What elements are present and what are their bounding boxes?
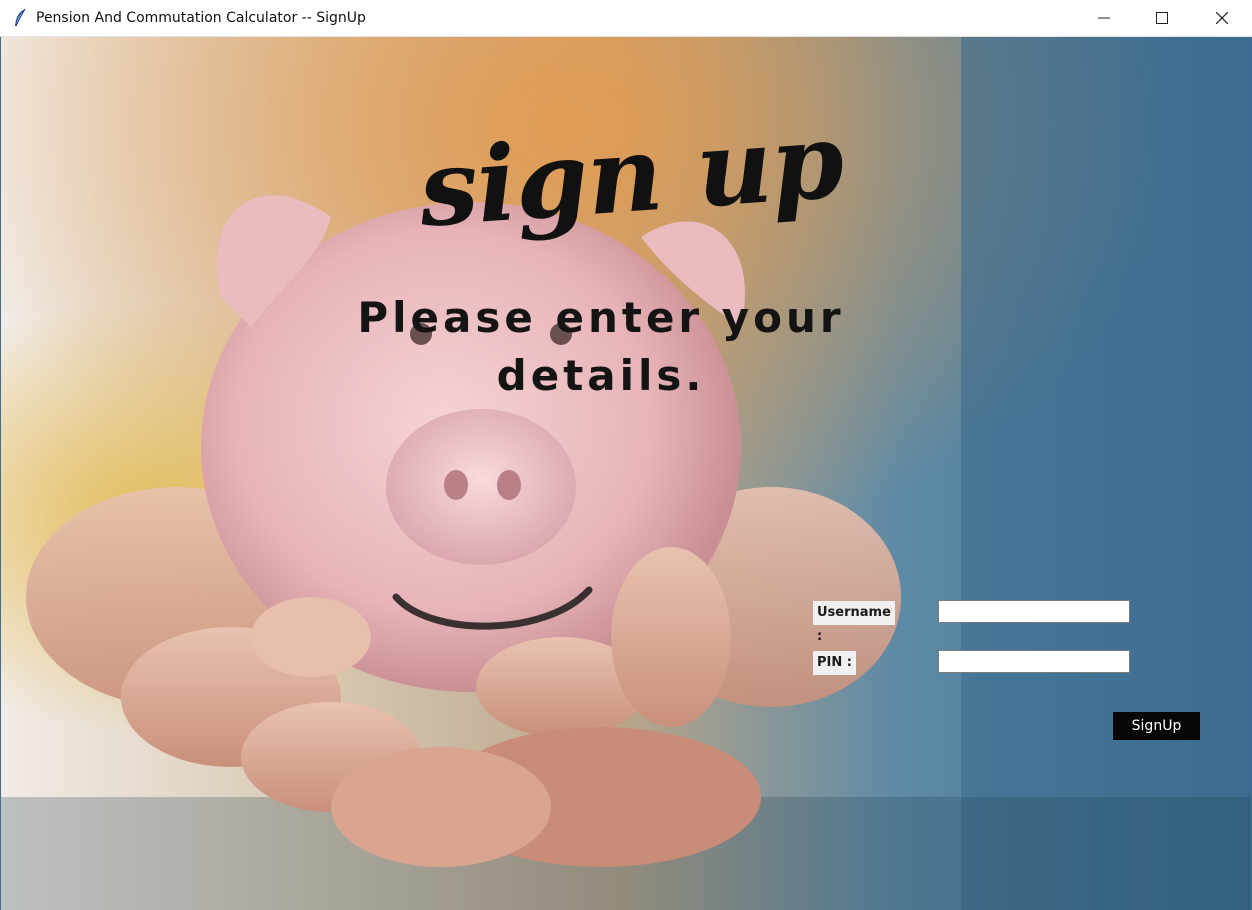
pin-label: PIN : (813, 651, 856, 675)
subheading-line-1: Please enter your (357, 293, 845, 342)
signup-canvas: sign up Please enter your details. Usern… (1, 37, 1251, 910)
page-subheading: Please enter your details. (331, 289, 871, 405)
title-bar: Pension And Commutation Calculator -- Si… (0, 0, 1252, 37)
close-icon (1215, 12, 1228, 24)
subheading-line-2: details. (496, 351, 706, 400)
maximize-button[interactable] (1133, 0, 1191, 36)
close-button[interactable] (1191, 0, 1252, 36)
username-label: Username : (813, 601, 895, 644)
maximize-icon (1156, 12, 1168, 24)
feather-icon (15, 8, 26, 27)
pin-input[interactable] (938, 650, 1130, 673)
username-input[interactable] (938, 600, 1130, 623)
page-heading: sign up (415, 98, 847, 251)
minimize-icon (1098, 17, 1110, 19)
signup-button[interactable]: SignUp (1113, 712, 1200, 740)
minimize-button[interactable] (1075, 0, 1133, 36)
window-title: Pension And Commutation Calculator -- Si… (36, 10, 366, 26)
